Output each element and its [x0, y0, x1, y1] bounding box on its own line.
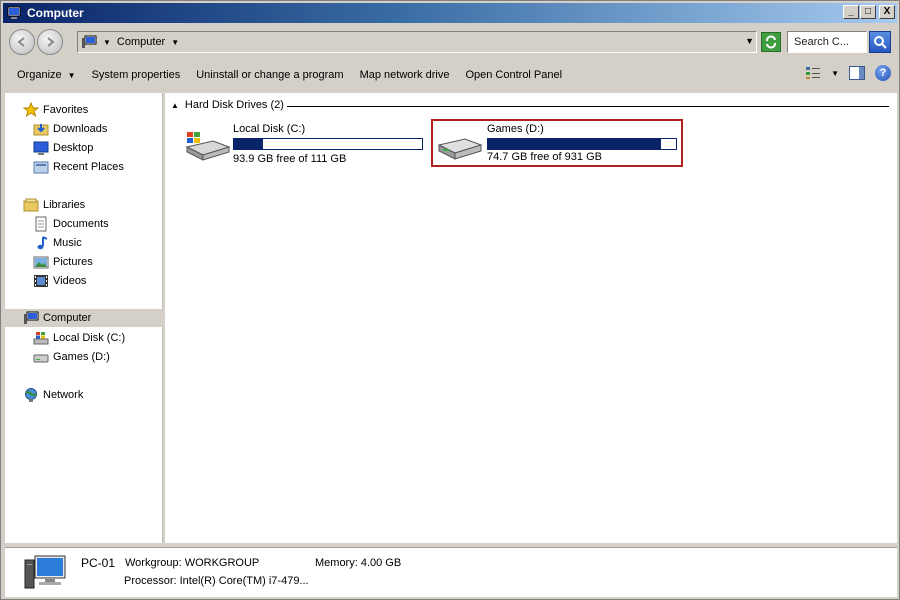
- hard-drive-icon: [33, 354, 49, 363]
- nav-item-downloads[interactable]: Downloads: [33, 120, 107, 138]
- nav-label: Music: [53, 237, 82, 249]
- details-pane: PC-01 Workgroup: WORKGROUP Memory: 4.00 …: [5, 547, 897, 597]
- nav-item-libraries[interactable]: Libraries: [23, 196, 85, 214]
- nav-item-desktop[interactable]: Desktop: [33, 139, 93, 157]
- refresh-icon: [766, 35, 776, 49]
- music-note-icon: [37, 236, 48, 250]
- nav-label: Desktop: [53, 142, 94, 154]
- drive-usage-fill: [234, 139, 263, 149]
- command-bar: Organize ▼ System properties Uninstall or…: [3, 61, 897, 89]
- nav-item-music[interactable]: Music: [33, 234, 82, 252]
- refresh-button[interactable]: [761, 32, 781, 52]
- nav-label: Videos: [53, 275, 87, 287]
- collapse-caret-icon[interactable]: ▲: [171, 101, 179, 110]
- nav-item-favorites[interactable]: Favorites: [23, 101, 88, 119]
- nav-label: Libraries: [43, 199, 86, 211]
- drive-usage-bar: [233, 138, 423, 150]
- star-icon: [23, 102, 39, 118]
- group-header-hard-disk-drives[interactable]: ▲ Hard Disk Drives (2): [171, 99, 284, 111]
- maximize-button[interactable]: □: [860, 5, 876, 19]
- forward-arrow-icon: [47, 37, 55, 47]
- nav-label: Recent Places: [53, 161, 124, 173]
- nav-label: Favorites: [43, 104, 89, 116]
- nav-item-local-disk[interactable]: Local Disk (C:): [33, 329, 125, 347]
- nav-label: Downloads: [53, 123, 108, 135]
- minimize-button[interactable]: _: [843, 5, 859, 19]
- nav-label: Pictures: [53, 256, 93, 268]
- drive-name: Local Disk (C:): [233, 123, 306, 135]
- drive-tile-local-disk[interactable]: Local Disk (C:) 93.9 GB free of 111 GB: [181, 121, 425, 169]
- computer-icon: [82, 35, 97, 48]
- network-globe-icon: [25, 388, 37, 402]
- desktop-icon: [33, 141, 49, 155]
- breadcrumb-dropdown-icon[interactable]: ▼: [171, 38, 179, 47]
- organize-button[interactable]: Organize ▼: [9, 69, 84, 81]
- nav-item-recent-places[interactable]: Recent Places: [33, 158, 124, 176]
- system-properties-button[interactable]: System properties: [84, 69, 189, 81]
- search-button[interactable]: [869, 31, 891, 53]
- computer-icon: [7, 6, 21, 19]
- view-dropdown-icon[interactable]: ▼: [831, 69, 839, 78]
- drive-name: Games (D:): [487, 123, 544, 135]
- downloads-folder-icon: [33, 124, 49, 136]
- videos-icon: [34, 275, 48, 287]
- change-view-icon[interactable]: [805, 66, 821, 80]
- window-title: Computer: [27, 6, 84, 20]
- nav-item-documents[interactable]: Documents: [33, 215, 109, 233]
- search-icon: [874, 36, 887, 49]
- documents-icon: [35, 216, 47, 232]
- nav-label: Games (D:): [53, 351, 110, 363]
- computer-icon: [24, 311, 39, 324]
- breadcrumb-computer[interactable]: Computer: [117, 36, 165, 48]
- help-icon[interactable]: ?: [875, 65, 891, 81]
- pc-name: PC-01: [81, 556, 116, 570]
- breadcrumb-arrow-icon[interactable]: ▼: [103, 38, 111, 47]
- nav-label: Network: [43, 389, 84, 401]
- nav-label: Documents: [53, 218, 109, 230]
- drive-usage-bar: [487, 138, 677, 150]
- forward-button[interactable]: [37, 29, 63, 55]
- drive-free-space: 93.9 GB free of 111 GB: [233, 153, 347, 165]
- title-bar[interactable]: Computer _ □ X: [3, 3, 897, 23]
- processor: Processor: Intel(R) Core(TM) i7-479...: [124, 575, 309, 587]
- navigation-pane: Favorites Downloads Desktop Recent Place…: [5, 93, 163, 543]
- uninstall-program-button[interactable]: Uninstall or change a program: [188, 69, 351, 81]
- organize-label: Organize: [17, 69, 62, 81]
- pictures-icon: [33, 256, 49, 269]
- open-control-panel-button[interactable]: Open Control Panel: [457, 69, 570, 81]
- group-title: Hard Disk Drives (2): [184, 99, 284, 111]
- hard-drive-icon: [437, 138, 483, 160]
- content-pane: ▲ Hard Disk Drives (2) Local Disk (C:) 9…: [165, 93, 897, 543]
- back-arrow-icon: [17, 37, 25, 47]
- windows-drive-icon: [185, 132, 231, 161]
- nav-item-videos[interactable]: Videos: [33, 272, 86, 290]
- windows-drive-icon: [33, 332, 49, 345]
- recent-places-icon: [33, 161, 49, 174]
- nav-item-network[interactable]: Network: [23, 386, 83, 404]
- map-network-drive-button[interactable]: Map network drive: [352, 69, 458, 81]
- back-button[interactable]: [9, 29, 35, 55]
- nav-label: Computer: [43, 312, 92, 324]
- drive-tile-games[interactable]: Games (D:) 74.7 GB free of 931 GB: [431, 119, 683, 167]
- memory: Memory: 4.00 GB: [315, 557, 402, 569]
- workgroup: Workgroup: WORKGROUP: [125, 557, 260, 569]
- libraries-icon: [23, 198, 39, 212]
- nav-item-pictures[interactable]: Pictures: [33, 253, 93, 271]
- drive-usage-fill: [488, 139, 661, 149]
- computer-icon: [24, 555, 66, 589]
- address-row: ▼ Computer ▼ ▼ Search C...: [3, 25, 897, 59]
- group-divider: [287, 106, 889, 107]
- organize-dropdown-icon: ▼: [67, 71, 76, 80]
- close-button[interactable]: X: [879, 5, 895, 19]
- nav-label: Local Disk (C:): [53, 332, 126, 344]
- preview-pane-icon[interactable]: [849, 66, 865, 80]
- explorer-window: Computer _ □ X ▼ Computer ▼ ▼ Search C..…: [0, 0, 900, 600]
- nav-item-games-drive[interactable]: Games (D:): [33, 348, 110, 366]
- search-input[interactable]: Search C...: [787, 31, 867, 53]
- nav-item-computer[interactable]: Computer: [5, 309, 163, 327]
- history-dropdown-icon[interactable]: ▼: [745, 36, 754, 46]
- drive-free-space: 74.7 GB free of 931 GB: [487, 151, 602, 163]
- address-bar[interactable]: ▼ Computer ▼ ▼: [77, 31, 757, 53]
